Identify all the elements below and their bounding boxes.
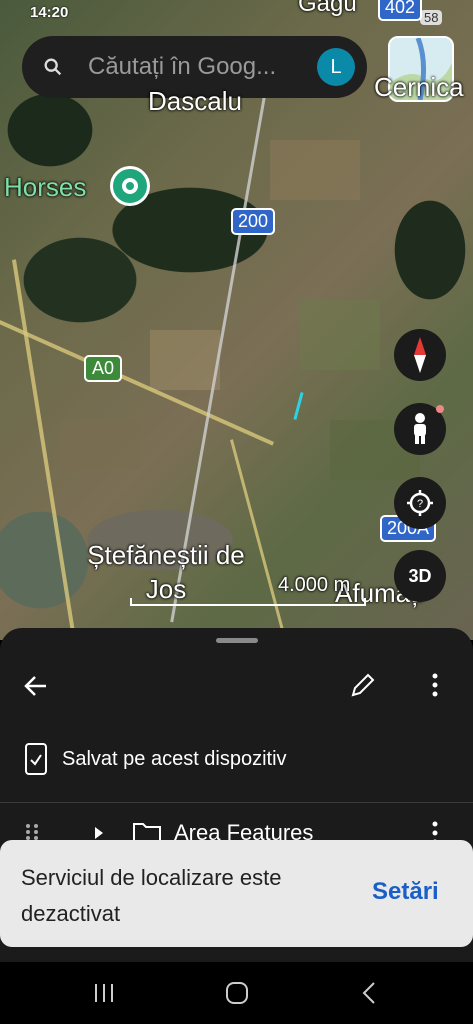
road-label-top: Găgu bbox=[298, 0, 357, 17]
drag-handle-icon[interactable] bbox=[24, 822, 40, 842]
scale-bar bbox=[130, 598, 366, 606]
road-shield-402: 402 bbox=[378, 0, 423, 21]
search-input[interactable]: Căutați în Goog... bbox=[88, 53, 298, 81]
account-avatar[interactable]: L bbox=[317, 48, 355, 86]
system-nav-bar bbox=[0, 962, 473, 1024]
road-shield-a0: A0 bbox=[84, 355, 123, 382]
svg-text:?: ? bbox=[417, 498, 423, 510]
sheet-drag-handle[interactable] bbox=[216, 638, 258, 643]
location-pin-icon bbox=[122, 178, 138, 194]
home-icon[interactable] bbox=[224, 980, 250, 1006]
compass-icon bbox=[414, 337, 426, 373]
field-patch bbox=[300, 300, 380, 370]
back-nav-icon[interactable] bbox=[360, 980, 378, 1006]
map-view[interactable]: 14:20 58 Găgu 402 Căutați în Goog... L D… bbox=[0, 0, 473, 640]
expand-arrow-icon[interactable] bbox=[94, 826, 104, 840]
measure-line bbox=[293, 392, 304, 420]
location-crosshair-icon: ? bbox=[407, 490, 433, 516]
back-arrow-icon[interactable] bbox=[22, 672, 50, 700]
more-vert-icon[interactable] bbox=[430, 672, 440, 698]
poi-label[interactable]: Horses bbox=[4, 172, 86, 203]
saved-status-text: Salvat pe acest dispozitiv bbox=[62, 748, 287, 770]
divider bbox=[0, 802, 473, 803]
edit-pencil-icon[interactable] bbox=[350, 672, 376, 698]
pegman-icon bbox=[414, 413, 426, 444]
place-label-cernica: Cernica bbox=[374, 72, 464, 102]
my-location-button[interactable]: ? bbox=[394, 477, 446, 529]
settings-button[interactable]: Setări bbox=[372, 878, 439, 906]
field-patch bbox=[150, 330, 220, 390]
place-label-dascalu: Dascalu bbox=[148, 86, 242, 116]
notification-dot bbox=[436, 405, 444, 413]
snackbar-message: Serviciul de localizare este dezactivat bbox=[21, 865, 282, 926]
field-patch bbox=[270, 140, 360, 200]
town-label: Ștefăneștii de Jos bbox=[87, 540, 245, 604]
road-shield-200: 200 bbox=[231, 208, 276, 235]
scale-label: 4.000 m bbox=[278, 574, 351, 596]
sheet-bottom-strip bbox=[0, 947, 473, 962]
search-icon bbox=[44, 58, 62, 76]
status-time: 14:20 bbox=[30, 4, 69, 21]
saved-device-icon bbox=[25, 743, 47, 775]
three-d-button[interactable]: 3D bbox=[394, 550, 446, 602]
status-badge: 58 bbox=[420, 10, 443, 25]
field-patch bbox=[60, 420, 140, 470]
location-snackbar: Serviciul de localizare este dezactivat … bbox=[0, 840, 473, 947]
poi-pin[interactable] bbox=[110, 166, 150, 206]
compass-button[interactable] bbox=[394, 329, 446, 381]
recent-apps-icon[interactable] bbox=[92, 982, 116, 1004]
